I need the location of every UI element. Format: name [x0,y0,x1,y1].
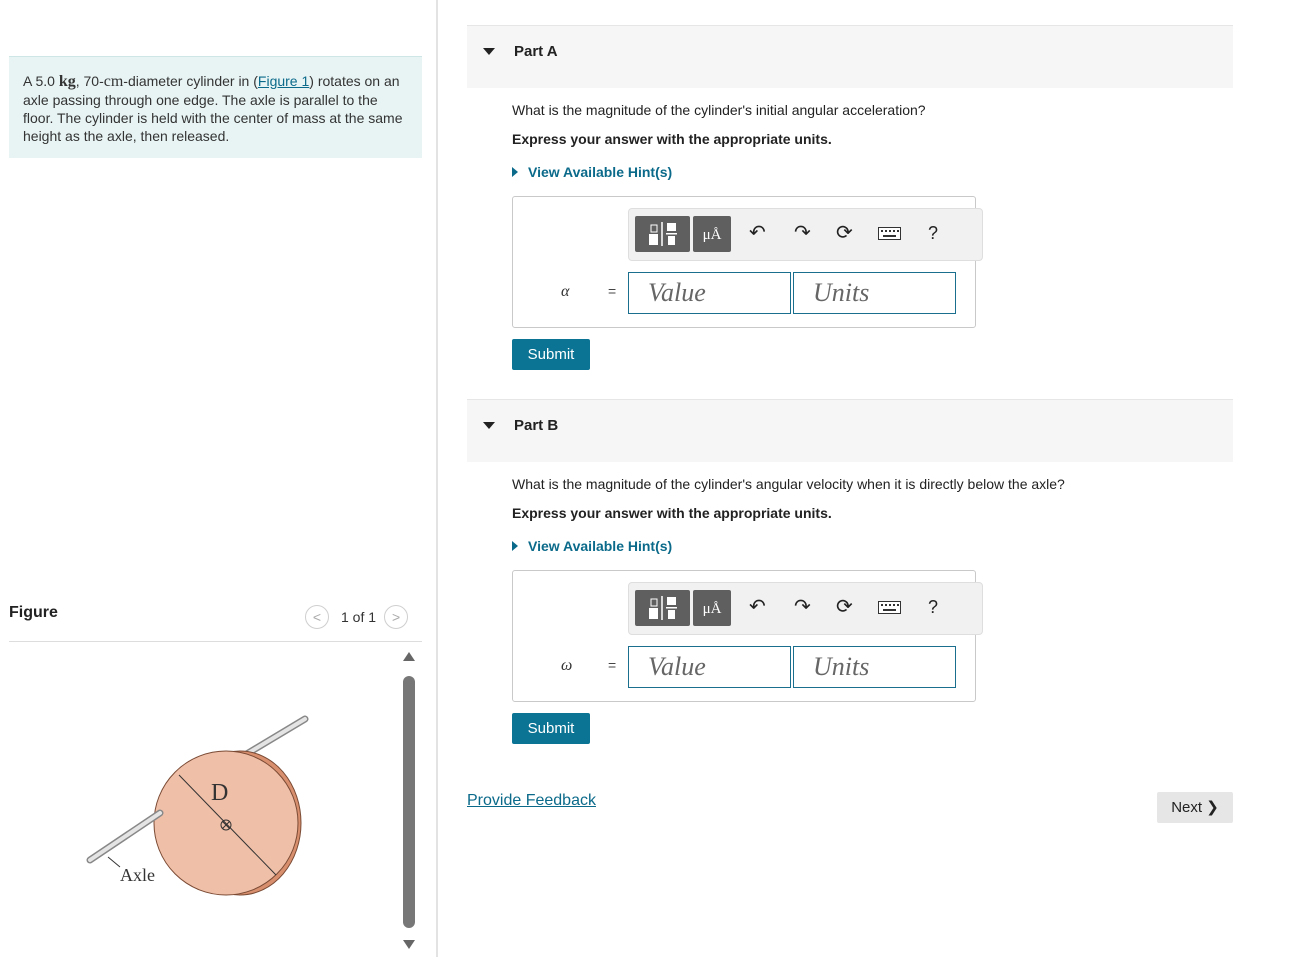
equals-sign: = [608,283,617,299]
figure-divider [9,641,422,642]
problem-text: , 70- [75,73,104,89]
problem-text: A [23,73,36,89]
part-b-hint-link[interactable]: View Available Hint(s) [512,538,672,554]
units-input[interactable]: Units [793,272,956,314]
redo-icon[interactable]: ↷ [794,595,811,619]
templates-icon [649,596,677,620]
problem-text: -diameter cylinder in ( [123,73,258,89]
redo-icon[interactable]: ↷ [794,221,811,245]
expand-triangle-icon [512,167,518,178]
equals-sign: = [608,657,617,673]
panel-divider[interactable] [436,0,438,957]
figure-link[interactable]: Figure 1 [258,73,309,89]
units-input[interactable]: Units [793,646,956,688]
part-title: Part B [514,417,559,434]
value-input[interactable]: Value [628,272,791,314]
provide-feedback-link[interactable]: Provide Feedback [467,792,596,810]
chevron-right-icon: ❯ [1206,799,1219,816]
part-title: Part A [514,43,558,60]
part-a-submit-button[interactable]: Submit [512,339,590,370]
part-a-header[interactable]: Part A [467,25,1233,88]
figure-prev-button[interactable]: < [305,605,329,629]
hint-label: View Available Hint(s) [528,164,673,180]
collapse-triangle-icon[interactable] [483,48,495,55]
reset-icon[interactable]: ⟳ [836,595,853,619]
figure-navigation: <1 of 1 > [305,605,409,631]
omega-symbol: ω [561,657,573,674]
undo-icon[interactable]: ↶ [749,595,766,619]
part-b-question: What is the magnitude of the cylinder's … [512,476,1065,492]
diameter-label: D [211,780,228,806]
math-toolbar: μÅ ↶ ↷ ⟳ ? [628,582,983,635]
axle-label: Axle [120,865,155,885]
keyboard-icon[interactable] [878,597,902,621]
reset-icon[interactable]: ⟳ [836,221,853,245]
alpha-symbol: α [561,283,570,300]
part-b-submit-button[interactable]: Submit [512,713,590,744]
problem-statement: A 5.0 kg, 70-cm-diameter cylinder in (Fi… [9,56,422,158]
hint-label: View Available Hint(s) [528,538,673,554]
units-symbols-button[interactable]: μÅ [693,590,731,626]
part-a-hint-link[interactable]: View Available Hint(s) [512,164,672,180]
scroll-up-arrow-icon[interactable] [403,652,415,661]
expand-triangle-icon [512,541,518,552]
next-button[interactable]: Next ❯ [1157,792,1233,823]
axle-label-leader [107,856,121,868]
math-toolbar: μÅ ↶ ↷ ⟳ ? [628,208,983,261]
part-a-question: What is the magnitude of the cylinder's … [512,102,926,118]
part-a-instructions: Express your answer with the appropriate… [512,131,832,147]
figure-title: Figure [9,604,58,621]
scrollbar-thumb[interactable] [403,676,415,928]
part-a-answer-box: μÅ ↶ ↷ ⟳ ? α = Value Units [512,196,983,328]
value-input[interactable]: Value [628,646,791,688]
templates-button[interactable] [635,590,690,626]
templates-icon [649,222,677,246]
help-icon[interactable]: ? [928,221,938,245]
part-b-header[interactable]: Part B [467,399,1233,462]
cm-unit: cm [103,73,124,90]
mass-unit: kg [58,73,76,90]
scroll-down-arrow-icon[interactable] [403,940,415,949]
axle-front-highlight [88,811,162,862]
cylinder-figure: D Axle [86,715,309,896]
figure-counter: 1 of 1 [341,609,377,625]
templates-button[interactable] [635,216,690,252]
collapse-triangle-icon[interactable] [483,422,495,429]
keyboard-icon[interactable] [878,223,902,247]
figure-next-button[interactable]: > [384,605,409,629]
axle-back-highlight [243,717,307,757]
units-symbols-button[interactable]: μÅ [693,216,731,252]
part-b-answer-box: μÅ ↶ ↷ ⟳ ? ω = Value Units [512,570,983,702]
help-icon[interactable]: ? [928,595,938,619]
part-b-instructions: Express your answer with the appropriate… [512,505,832,521]
undo-icon[interactable]: ↶ [749,221,766,245]
next-label: Next [1171,799,1203,816]
mass-value: 5.0 [35,73,55,89]
